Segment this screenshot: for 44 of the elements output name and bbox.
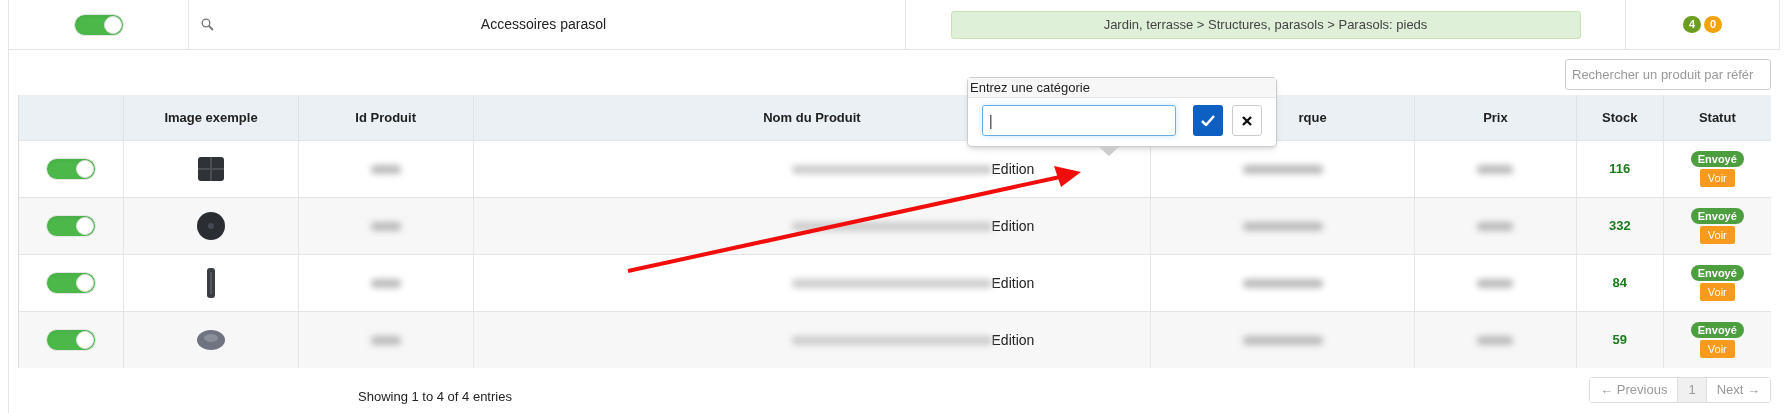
check-icon: [1201, 115, 1216, 126]
search-field[interactable]: Rechercher un produit par référ: [1565, 59, 1771, 90]
edit-link[interactable]: Edition: [991, 272, 1035, 294]
blurred-text: [1477, 164, 1514, 174]
count-badge: 0: [1704, 16, 1723, 33]
toggle-switch[interactable]: [46, 158, 97, 180]
category-path: Jardin, terrasse > Structures, parasols > Parasols: pieds: [950, 10, 1581, 39]
column-header[interactable]: Prix: [1483, 107, 1508, 128]
stock-count: 116: [1609, 160, 1631, 179]
status-badge: Envoyé: [1690, 208, 1744, 224]
count-badge: 4: [1682, 16, 1701, 33]
popup-title: Entrez une catégorie: [968, 78, 1276, 98]
edit-link[interactable]: Edition: [991, 158, 1035, 180]
category-name: Accessoires parasol: [479, 15, 608, 34]
column-header[interactable]: Stock: [1602, 107, 1638, 128]
column-header[interactable]: Image exemple: [164, 107, 258, 128]
entries-info: Showing 1 to 4 of 4 entries: [358, 388, 512, 407]
blurred-text: [1477, 278, 1514, 288]
blurred-text: [370, 335, 401, 345]
status-badge: Envoyé: [1690, 322, 1744, 338]
cancel-button[interactable]: [1232, 105, 1262, 136]
toggle-switch[interactable]: [46, 272, 97, 294]
toggle-switch[interactable]: [46, 215, 97, 237]
edit-link[interactable]: Edition: [991, 329, 1035, 351]
blurred-text: [1477, 221, 1514, 231]
column-header[interactable]: Id Produit: [355, 107, 416, 128]
stock-count: 332: [1608, 217, 1631, 236]
column-header[interactable]: Statut: [1698, 107, 1736, 128]
close-icon: [1242, 115, 1253, 126]
edit-link[interactable]: Edition: [991, 215, 1035, 237]
blurred-text: [370, 221, 401, 231]
confirm-button[interactable]: [1193, 105, 1224, 136]
blurred-text: [370, 278, 401, 288]
category-input[interactable]: |: [982, 105, 1176, 136]
blurred-text: [1477, 335, 1514, 345]
stock-count: 84: [1612, 274, 1627, 293]
search-icon[interactable]: [201, 18, 214, 31]
column-header[interactable]: Nom du Produit: [763, 107, 861, 128]
toggle-switch[interactable]: [73, 13, 124, 36]
toggle-switch[interactable]: [46, 329, 97, 351]
stock-count: 59: [1612, 331, 1627, 350]
status-badge: Envoyé: [1690, 151, 1744, 167]
blurred-text: [370, 164, 401, 174]
status-badge: Envoyé: [1690, 265, 1744, 281]
